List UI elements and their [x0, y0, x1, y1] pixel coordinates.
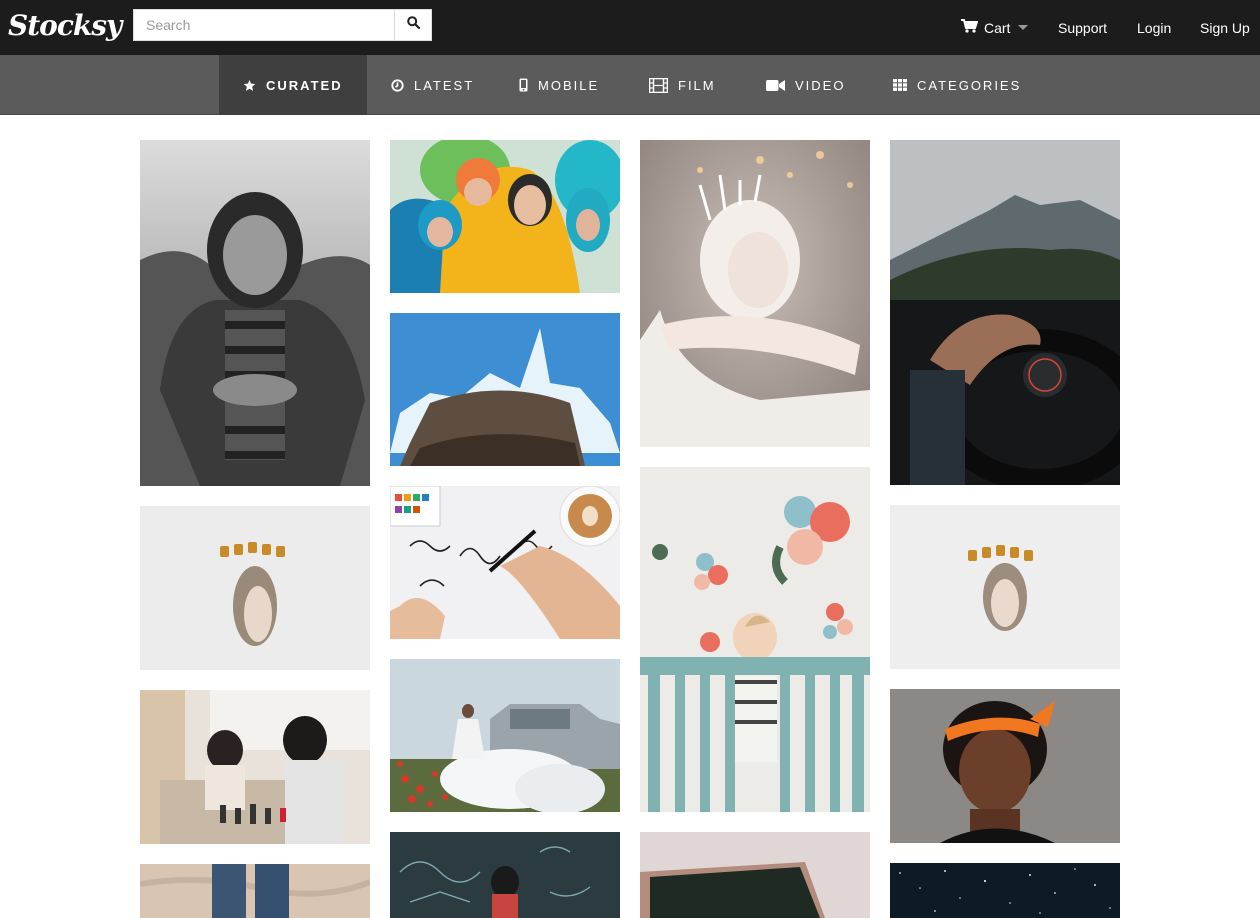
tab-video[interactable]: VIDEO: [766, 55, 845, 115]
tab-categories[interactable]: CATEGORIES: [893, 55, 1021, 115]
photo-tile-chalkboard-child[interactable]: [390, 832, 620, 918]
mobile-phone-icon: [519, 78, 528, 92]
photo-tile-hedgehog-hello[interactable]: [140, 506, 370, 670]
category-nav: CURATED LATEST MOBILE FILM VIDEO CATEGOR…: [0, 55, 1260, 115]
shopping-cart-icon: [961, 19, 979, 36]
top-bar: Stocksy Cart Support Login Sign Up: [0, 0, 1260, 55]
tab-latest[interactable]: LATEST: [391, 55, 474, 115]
tab-curated[interactable]: CURATED: [219, 55, 367, 115]
photo-tile-sand-jeans[interactable]: [140, 864, 370, 918]
search-button[interactable]: [394, 10, 431, 40]
chevron-down-icon: [1018, 25, 1029, 30]
grid-icon: [893, 79, 907, 91]
tab-label: VIDEO: [795, 77, 846, 93]
cart-menu[interactable]: Cart: [961, 0, 1029, 55]
stocksy-logo[interactable]: Stocksy: [8, 8, 122, 44]
film-icon: [649, 77, 668, 93]
photo-tile-hikers-selfie[interactable]: [390, 140, 620, 293]
photo-tile-bw-portrait-man[interactable]: [140, 140, 370, 486]
photo-tile-hedgehog-hello-2[interactable]: [890, 505, 1120, 669]
tab-label: CURATED: [266, 77, 343, 93]
photo-tile-father-daughter-nails[interactable]: [140, 690, 370, 844]
tab-mobile[interactable]: MOBILE: [519, 55, 599, 115]
video-camera-icon: [766, 79, 785, 92]
clock-icon: [391, 78, 404, 92]
photo-tile-ice-splash[interactable]: [390, 313, 620, 466]
search-icon: [406, 16, 420, 34]
search-box: [133, 9, 432, 41]
photo-tile-toddler-crib[interactable]: [640, 467, 870, 812]
support-link[interactable]: Support: [1058, 0, 1107, 55]
tab-label: MOBILE: [538, 77, 600, 93]
photo-tile-starry-sky[interactable]: [890, 863, 1120, 918]
login-link[interactable]: Login: [1137, 0, 1171, 55]
star-icon: [243, 79, 256, 92]
cart-label: Cart: [984, 19, 1011, 36]
signup-link[interactable]: Sign Up: [1200, 0, 1250, 55]
tab-label: CATEGORIES: [917, 77, 1022, 93]
photo-tile-girl-orange-headband[interactable]: [890, 689, 1120, 843]
photo-tile-car-smoke-poppies[interactable]: [390, 659, 620, 812]
photo-tile-shadow-wall[interactable]: [640, 832, 870, 918]
photo-tile-hand-lettering[interactable]: [390, 486, 620, 639]
tab-film[interactable]: FILM: [649, 55, 716, 115]
photo-tile-crystal-crown-woman[interactable]: [640, 140, 870, 447]
photo-tile-steering-wheel-mountains[interactable]: [890, 140, 1120, 485]
tab-label: LATEST: [414, 77, 475, 93]
tab-label: FILM: [678, 77, 716, 93]
search-input[interactable]: [134, 10, 395, 40]
